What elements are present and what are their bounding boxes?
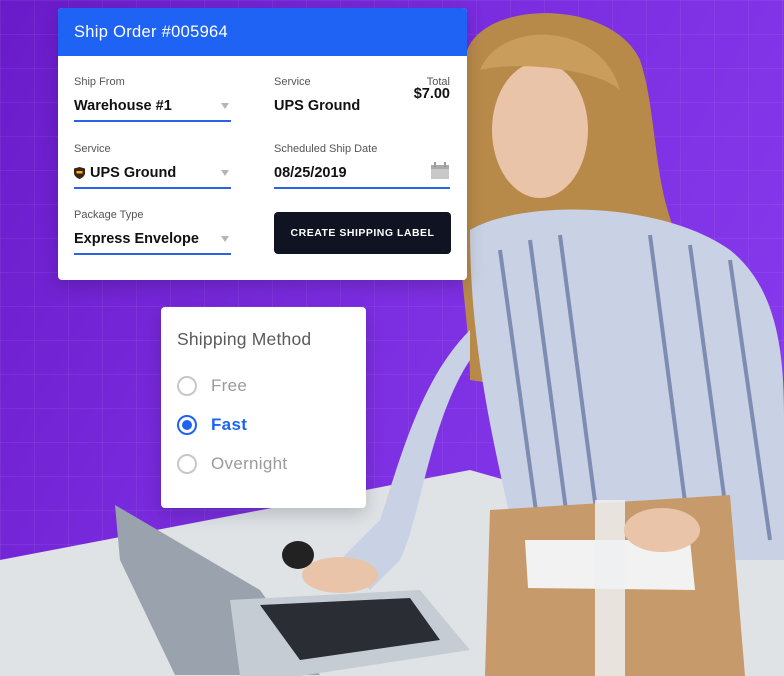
hand-on-box (624, 508, 700, 552)
ups-shield-icon (74, 167, 85, 179)
service-label: Service (74, 143, 111, 155)
ship-date-label: Scheduled Ship Date (274, 143, 378, 155)
field-underline (274, 187, 450, 189)
radio-option-overnight[interactable]: Overnight (177, 454, 287, 474)
radio-button[interactable] (177, 376, 197, 396)
total-value: $7.00 (413, 86, 450, 102)
ship-from-select[interactable]: Ship From Warehouse #1 (74, 76, 231, 122)
radio-label: Free (211, 376, 248, 395)
field-underline (74, 187, 231, 189)
radio-option-fast[interactable]: Fast (177, 415, 247, 435)
tape-roll (282, 541, 314, 569)
ship-date-field[interactable]: Scheduled Ship Date 08/25/2019 (274, 143, 450, 189)
create-shipping-label-button[interactable]: CREATE SHIPPING LABEL (274, 212, 451, 254)
radio-button[interactable] (177, 454, 197, 474)
package-type-select[interactable]: Package Type Express Envelope (74, 209, 231, 255)
ship-order-card: Ship Order #005964 Ship From Warehouse #… (58, 8, 467, 280)
order-title: Ship Order #005964 (58, 8, 467, 56)
chevron-down-icon (221, 103, 229, 109)
shipping-method-title: Shipping Method (177, 329, 312, 349)
ship-date-value: 08/25/2019 (274, 165, 347, 181)
field-underline (74, 120, 231, 122)
field-underline (74, 253, 231, 255)
calendar-icon[interactable] (431, 162, 449, 179)
face (492, 62, 588, 198)
chevron-down-icon (221, 236, 229, 242)
hand (302, 557, 378, 593)
radio-label: Fast (211, 415, 248, 434)
package-type-label: Package Type (74, 209, 144, 221)
radio-option-free[interactable]: Free (177, 376, 247, 396)
service-select[interactable]: Service UPS Ground (74, 143, 231, 189)
service-value: UPS Ground (90, 165, 177, 181)
service-summary: Service UPS Ground Total $7.00 (274, 76, 450, 122)
radio-button-selected[interactable] (177, 415, 197, 435)
ship-from-value: Warehouse #1 (74, 98, 172, 114)
radio-label: Overnight (211, 454, 288, 473)
shipping-method-card: Shipping Method Free Fast Overnight (161, 307, 366, 508)
ship-from-label: Ship From (74, 76, 125, 88)
package-type-value: Express Envelope (74, 231, 199, 247)
chevron-down-icon (221, 170, 229, 176)
